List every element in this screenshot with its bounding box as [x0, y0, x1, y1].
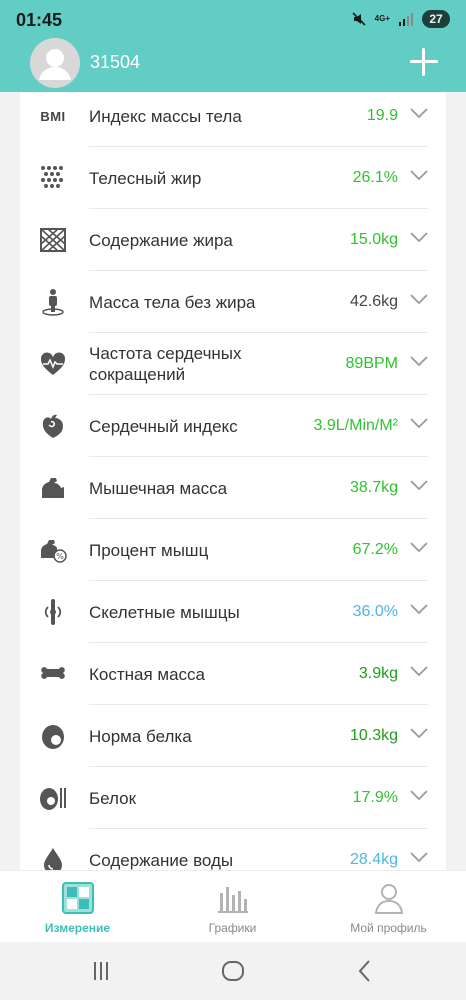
- user-silhouette-icon: [39, 49, 71, 80]
- tab-profile[interactable]: Мой профиль: [311, 871, 466, 943]
- metric-row-heart-index[interactable]: Сердечный индекс 3.9L/Min/M²: [20, 395, 446, 457]
- metric-label: Скелетные мышцы: [89, 602, 240, 622]
- chevron-down-icon[interactable]: [410, 107, 428, 119]
- avatar[interactable]: [30, 38, 80, 88]
- user-name[interactable]: 31504: [90, 52, 140, 73]
- muscle-icon: [38, 473, 68, 503]
- metric-label: Костная масса: [89, 664, 206, 684]
- tab-label: Измерение: [44, 921, 111, 935]
- status-icons: 4G+ 27: [351, 10, 450, 28]
- chevron-down-icon[interactable]: [410, 541, 428, 553]
- bottom-tab-bar: Измерение Графики Мой профиль: [0, 870, 466, 942]
- metric-row-water[interactable]: Содержание воды 28.4kg: [20, 829, 446, 870]
- chevron-down-icon[interactable]: [410, 479, 428, 491]
- water-drop-icon: [38, 845, 68, 870]
- chevron-down-icon[interactable]: [410, 603, 428, 615]
- measurement-icon: [61, 881, 95, 915]
- chevron-down-icon[interactable]: [410, 169, 428, 181]
- metric-row-protein[interactable]: Белок 17.9%: [20, 767, 446, 829]
- tab-charts[interactable]: Графики: [155, 871, 310, 943]
- metric-label: Норма белка: [89, 726, 192, 746]
- metric-row-muscle-percent[interactable]: % Процент мышц 67.2%: [20, 519, 446, 581]
- metric-value: 10.3kg: [349, 727, 398, 744]
- metric-value: 3.9kg: [358, 665, 398, 682]
- metric-value: 38.7kg: [349, 479, 398, 496]
- tab-label: Мой профиль: [350, 921, 427, 935]
- metric-value: 89BPM: [345, 355, 398, 372]
- app-header: 01:45 4G+ 27 31504: [0, 0, 466, 92]
- metric-label: Мышечная масса: [89, 478, 228, 498]
- chevron-down-icon[interactable]: [410, 355, 428, 367]
- battery-indicator: 27: [422, 10, 450, 28]
- protein-icon: [38, 783, 68, 813]
- svg-text:%: %: [56, 552, 64, 561]
- metric-value: 19.9: [366, 107, 398, 124]
- skeletal-muscle-icon: [38, 597, 68, 627]
- metric-label: Процент мышц: [89, 540, 209, 560]
- recent-apps-icon[interactable]: [88, 958, 114, 984]
- profile-icon: [372, 881, 406, 915]
- chevron-down-icon[interactable]: [410, 851, 428, 863]
- chevron-down-icon[interactable]: [410, 417, 428, 429]
- metric-row-lean-mass[interactable]: Масса тела без жира 42.6kg: [20, 271, 446, 333]
- heart-rate-icon: [38, 349, 68, 379]
- back-icon[interactable]: [352, 958, 378, 984]
- chevron-down-icon[interactable]: [410, 727, 428, 739]
- bone-icon: [38, 659, 68, 689]
- metric-label: Индекс массы тела: [89, 106, 242, 126]
- protein-norm-icon: [38, 721, 68, 751]
- chevron-down-icon[interactable]: [410, 665, 428, 677]
- metric-row-body-fat[interactable]: Телесный жир 26.1%: [20, 147, 446, 209]
- metric-value: 36.0%: [352, 603, 398, 620]
- metric-value: 42.6kg: [349, 293, 398, 310]
- add-plus-icon[interactable]: [410, 48, 438, 76]
- metric-label: Сердечный индекс: [89, 416, 238, 436]
- metric-label: Частота сердечных сокращений: [89, 344, 242, 384]
- metric-label: Телесный жир: [89, 168, 202, 188]
- metric-value: 67.2%: [352, 541, 398, 558]
- metric-label: Масса тела без жира: [89, 292, 256, 312]
- metric-label: Белок: [89, 788, 137, 808]
- heart-index-icon: [38, 411, 68, 441]
- metric-label: Содержание жира: [89, 230, 233, 250]
- tab-label: Графики: [208, 921, 257, 935]
- metric-value: 28.4kg: [349, 851, 398, 868]
- chevron-down-icon[interactable]: [410, 293, 428, 305]
- body-fat-dots-icon: [38, 163, 68, 193]
- lean-body-icon: [38, 287, 68, 317]
- metric-row-bone-mass[interactable]: Костная масса 3.9kg: [20, 643, 446, 705]
- metric-row-bmi[interactable]: BMI Индекс массы тела 19.9: [20, 92, 446, 147]
- chevron-down-icon[interactable]: [410, 231, 428, 243]
- network-type: 4G+: [374, 14, 390, 23]
- metrics-list: BMI Индекс массы тела 19.9 Телесный жир …: [20, 92, 446, 870]
- system-nav-bar: [0, 942, 466, 1000]
- metric-row-skeletal-muscle[interactable]: Скелетные мышцы 36.0%: [20, 581, 446, 643]
- mute-icon: [352, 12, 366, 26]
- bmi-icon: BMI: [40, 108, 66, 124]
- metric-value: 3.9L/Min/M²: [313, 417, 398, 434]
- status-time: 01:45: [16, 10, 63, 30]
- tab-measurement[interactable]: Измерение: [0, 871, 155, 943]
- metric-value: 26.1%: [352, 169, 398, 186]
- fat-content-icon: [38, 225, 68, 255]
- status-bar: 01:45 4G+ 27: [0, 0, 466, 40]
- metric-row-protein-norm[interactable]: Норма белка 10.3kg: [20, 705, 446, 767]
- charts-icon: [216, 881, 250, 915]
- metric-row-fat-content[interactable]: Содержание жира 15.0kg: [20, 209, 446, 271]
- metric-value: 15.0kg: [349, 231, 398, 248]
- signal-icon: [399, 13, 413, 26]
- chevron-down-icon[interactable]: [410, 789, 428, 801]
- metric-label: Содержание воды: [89, 850, 234, 870]
- home-icon[interactable]: [220, 958, 246, 984]
- metric-value: 17.9%: [352, 789, 398, 806]
- metric-row-muscle-mass[interactable]: Мышечная масса 38.7kg: [20, 457, 446, 519]
- metric-row-heart-rate[interactable]: Частота сердечных сокращений 89BPM: [20, 333, 446, 395]
- muscle-percent-icon: %: [38, 535, 68, 565]
